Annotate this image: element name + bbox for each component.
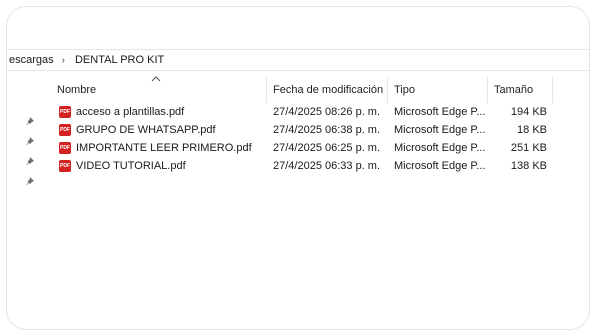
file-row[interactable]: PDF VIDEO TUTORIAL.pdf 27/4/2025 06:33 p… [7, 157, 589, 175]
pdf-file-icon: PDF [59, 160, 71, 172]
file-row[interactable]: PDF acceso a plantillas.pdf 27/4/2025 08… [7, 103, 589, 121]
column-divider[interactable] [487, 77, 488, 103]
file-name-cell[interactable]: PDF GRUPO DE WHATSAPP.pdf [59, 121, 216, 139]
column-size[interactable]: Tamaño [494, 75, 533, 105]
file-name: GRUPO DE WHATSAPP.pdf [76, 124, 216, 136]
column-type[interactable]: Tipo [394, 75, 415, 105]
column-header-row: Nombre Fecha de modificación Tipo Tamaño [7, 75, 589, 105]
file-name: IMPORTANTE LEER PRIMERO.pdf [76, 142, 252, 154]
pin-icon[interactable] [25, 175, 37, 187]
file-type: Microsoft Edge P... [394, 142, 486, 154]
breadcrumb-parent[interactable]: escargas [7, 54, 54, 66]
file-size: 251 KB [510, 142, 547, 154]
column-divider[interactable] [387, 77, 388, 103]
file-modified: 27/4/2025 06:25 p. m. [273, 142, 381, 154]
file-name-cell[interactable]: PDF acceso a plantillas.pdf [59, 103, 184, 121]
file-name-cell[interactable]: PDF IMPORTANTE LEER PRIMERO.pdf [59, 139, 252, 157]
file-name: VIDEO TUTORIAL.pdf [76, 160, 186, 172]
explorer-window: escargas › DENTAL PRO KIT Nombre Fecha d… [6, 6, 590, 330]
file-modified: 27/4/2025 06:33 p. m. [273, 160, 381, 172]
breadcrumb-separator: › [61, 54, 65, 66]
file-modified: 27/4/2025 08:26 p. m. [273, 106, 381, 118]
breadcrumb-current[interactable]: DENTAL PRO KIT [73, 54, 164, 66]
file-type: Microsoft Edge P... [394, 106, 486, 118]
file-type: Microsoft Edge P... [394, 124, 486, 136]
file-size: 194 KB [510, 106, 547, 118]
file-name: acceso a plantillas.pdf [76, 106, 185, 118]
column-modified[interactable]: Fecha de modificación [273, 75, 383, 105]
file-size: 138 KB [510, 160, 547, 172]
file-type: Microsoft Edge P... [394, 160, 486, 172]
column-name[interactable]: Nombre [57, 75, 96, 105]
file-row[interactable]: PDF IMPORTANTE LEER PRIMERO.pdf 27/4/202… [7, 139, 589, 157]
file-list: PDF acceso a plantillas.pdf 27/4/2025 08… [7, 103, 589, 175]
file-name-cell[interactable]: PDF VIDEO TUTORIAL.pdf [59, 157, 186, 175]
file-modified: 27/4/2025 06:38 p. m. [273, 124, 381, 136]
pdf-file-icon: PDF [59, 106, 71, 118]
pdf-file-icon: PDF [59, 142, 71, 154]
pdf-file-icon: PDF [59, 124, 71, 136]
title-area [7, 7, 589, 47]
column-divider[interactable] [266, 77, 267, 103]
column-divider[interactable] [552, 77, 553, 103]
sort-ascending-icon [151, 74, 161, 85]
address-bar[interactable]: escargas › DENTAL PRO KIT [7, 49, 589, 71]
file-size: 18 KB [517, 124, 547, 136]
file-row[interactable]: PDF GRUPO DE WHATSAPP.pdf 27/4/2025 06:3… [7, 121, 589, 139]
